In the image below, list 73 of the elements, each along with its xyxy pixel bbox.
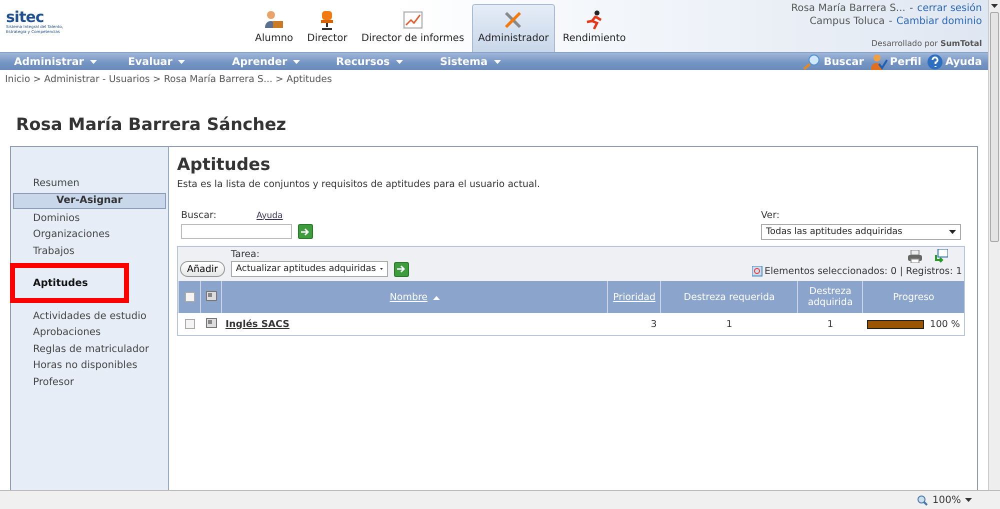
table-cell: 3 [650, 318, 657, 330]
row-checkbox[interactable] [184, 318, 194, 329]
logout-link[interactable]: cerrar sesión [917, 2, 982, 15]
help-icon [927, 54, 944, 70]
arrow-icon [396, 265, 406, 273]
role-tab[interactable]: Alumno [249, 4, 300, 52]
sidebar-item[interactable]: Actividades de estudio [11, 308, 168, 324]
progress-text: 100 % [930, 318, 960, 330]
sidebar-item[interactable]: Resumen [11, 175, 168, 192]
role-tab[interactable]: Director [301, 4, 354, 52]
sidebar-item[interactable]: Trabajos [11, 242, 168, 259]
sidebar-item[interactable]: Organizaciones [11, 226, 168, 242]
sidebar-section-header: Ver-Asignar [13, 192, 166, 208]
select-all-checkbox[interactable] [184, 292, 194, 302]
chart-icon [402, 10, 424, 30]
change-domain-link[interactable]: Cambiar dominio [896, 15, 982, 28]
caret-icon [178, 60, 186, 64]
caret-icon [494, 60, 501, 64]
sidebar-item[interactable]: Aptitudes [11, 275, 168, 292]
role-tab[interactable]: Director de informes [355, 4, 470, 52]
caret-icon [380, 267, 383, 271]
role-tab[interactable]: Administrador [472, 4, 555, 52]
table-cell: 1 [726, 318, 732, 330]
caret-icon [293, 60, 300, 64]
page-title: Rosa María Barrera Sánchez [16, 115, 288, 135]
logo-text: sitec [6, 10, 44, 24]
caret-icon [949, 230, 956, 234]
add-button[interactable]: Añadir [180, 261, 225, 277]
column-header: Destreza adquirida [808, 286, 853, 308]
row-name-link[interactable]: Inglés SACS [226, 318, 290, 330]
role-tab[interactable]: Rendimiento [556, 4, 632, 52]
view-select[interactable]: Todas las aptitudes adquiridas [761, 224, 961, 240]
sidebar-item[interactable]: Dominios [11, 210, 168, 226]
zoom-level: 100% [932, 494, 961, 506]
arrow-icon [301, 228, 310, 236]
zoom-icon [917, 494, 928, 506]
description: Esta es la lista de conjuntos y requisitos de aptitudes para el usuario actual. [177, 179, 541, 190]
record-summary: Elementos seleccionados: 0 | Registros: 1 [764, 266, 962, 277]
user-name: Rosa María Barrera S... [791, 2, 906, 15]
go-button[interactable] [298, 224, 313, 239]
view-label: Ver: [761, 210, 781, 221]
column-header: Destreza requerida [684, 292, 775, 302]
sort-ascending-icon [432, 296, 440, 300]
separator: - [909, 2, 914, 15]
card-icon [206, 290, 216, 300]
person-check-icon [870, 54, 888, 70]
person-book-icon [263, 10, 286, 30]
sidebar-item[interactable]: Profesor [11, 374, 168, 390]
credit-text: Desarrollado por SumTotal [871, 39, 982, 49]
sidebar-item[interactable]: Reglas de matriculador [11, 340, 168, 357]
column-header: Progreso [892, 292, 934, 302]
go-button[interactable] [394, 262, 409, 276]
separator: - [888, 15, 892, 28]
domain-name: Campus Toluca [810, 15, 885, 28]
table-cell: 1 [827, 318, 834, 330]
section-heading: Aptitudes [177, 155, 272, 175]
export-icon[interactable] [934, 249, 948, 263]
breadcrumb: Inicio > Administrar - Usuarios > Rosa María Barrera S... > Aptitudes [4, 73, 333, 87]
scrollbar[interactable] [988, 0, 1000, 490]
search-field[interactable] [181, 224, 292, 239]
caret-icon [965, 498, 972, 502]
card-icon [206, 318, 216, 328]
caret-icon [396, 60, 403, 64]
printer-icon[interactable] [908, 250, 922, 262]
search-label: Buscar: [181, 210, 216, 221]
task-select[interactable]: Actualizar aptitudes adquiridas [230, 261, 388, 277]
task-label: Tarea: [230, 249, 261, 260]
caret-icon [90, 60, 97, 64]
sidebar-item[interactable]: Horas no disponibles [11, 357, 168, 374]
help-link[interactable]: Ayuda [256, 210, 283, 220]
sidebar-item[interactable]: Aprobaciones [11, 324, 168, 340]
caret-icon [991, 4, 998, 8]
search-icon [802, 54, 822, 70]
